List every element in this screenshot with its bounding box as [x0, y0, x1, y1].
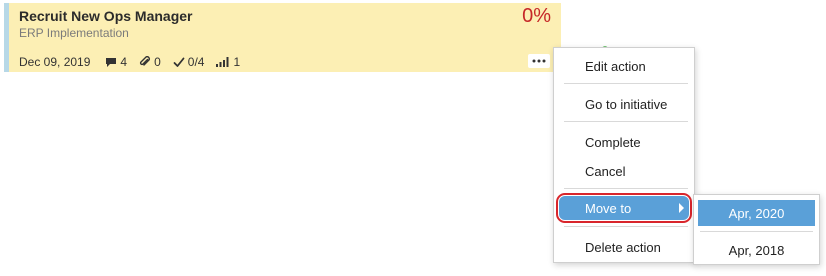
- menu-item-delete-action[interactable]: Delete action: [559, 235, 689, 259]
- signal-bars-icon: [216, 57, 229, 67]
- move-to-submenu: Apr, 2020 Apr, 2018: [693, 194, 820, 265]
- menu-item-cancel[interactable]: Cancel: [559, 159, 689, 183]
- submenu-item-apr-2018[interactable]: Apr, 2018: [698, 237, 815, 263]
- menu-item-complete[interactable]: Complete: [559, 130, 689, 154]
- submenu-divider: [700, 231, 813, 232]
- card-title[interactable]: Recruit New Ops Manager: [19, 8, 193, 24]
- card-meta-row: Dec 09, 2019 4 0 0/4 1: [19, 55, 252, 69]
- comment-icon: [106, 57, 117, 67]
- progress-percent: 0%: [522, 5, 551, 27]
- menu-item-go-to-initiative[interactable]: Go to initiative: [559, 92, 689, 116]
- move-to-label: Move to: [585, 200, 632, 216]
- menu-item-edit-action[interactable]: Edit action: [559, 54, 689, 78]
- attachments-count[interactable]: 0: [139, 55, 161, 69]
- menu-divider: [564, 83, 688, 84]
- more-options-button[interactable]: [528, 54, 550, 68]
- attachments-value: 0: [154, 55, 161, 69]
- menu-divider: [564, 188, 688, 189]
- comments-value: 4: [120, 55, 128, 69]
- card-subtitle: ERP Implementation: [19, 26, 129, 40]
- card-accent-bar: [4, 3, 9, 72]
- priority-value: 1: [233, 55, 241, 69]
- context-menu: Edit action Go to initiative Complete Ca…: [553, 47, 695, 263]
- checklist-count[interactable]: 0/4: [173, 55, 205, 69]
- menu-item-move-to[interactable]: Move to: [556, 193, 692, 223]
- menu-divider: [564, 121, 688, 122]
- due-date: Dec 09, 2019: [19, 55, 91, 69]
- menu-divider: [564, 226, 688, 227]
- paperclip-icon: [139, 56, 151, 66]
- priority-level[interactable]: 1: [216, 55, 240, 69]
- ellipsis-icon: [532, 59, 546, 63]
- chevron-right-icon: [679, 203, 684, 213]
- submenu-item-apr-2020[interactable]: Apr, 2020: [698, 200, 815, 226]
- checkmark-icon: [173, 57, 185, 67]
- action-card[interactable]: Recruit New Ops Manager ERP Implementati…: [4, 3, 561, 72]
- checklist-value: 0/4: [187, 55, 205, 69]
- comments-count[interactable]: 4: [105, 55, 127, 69]
